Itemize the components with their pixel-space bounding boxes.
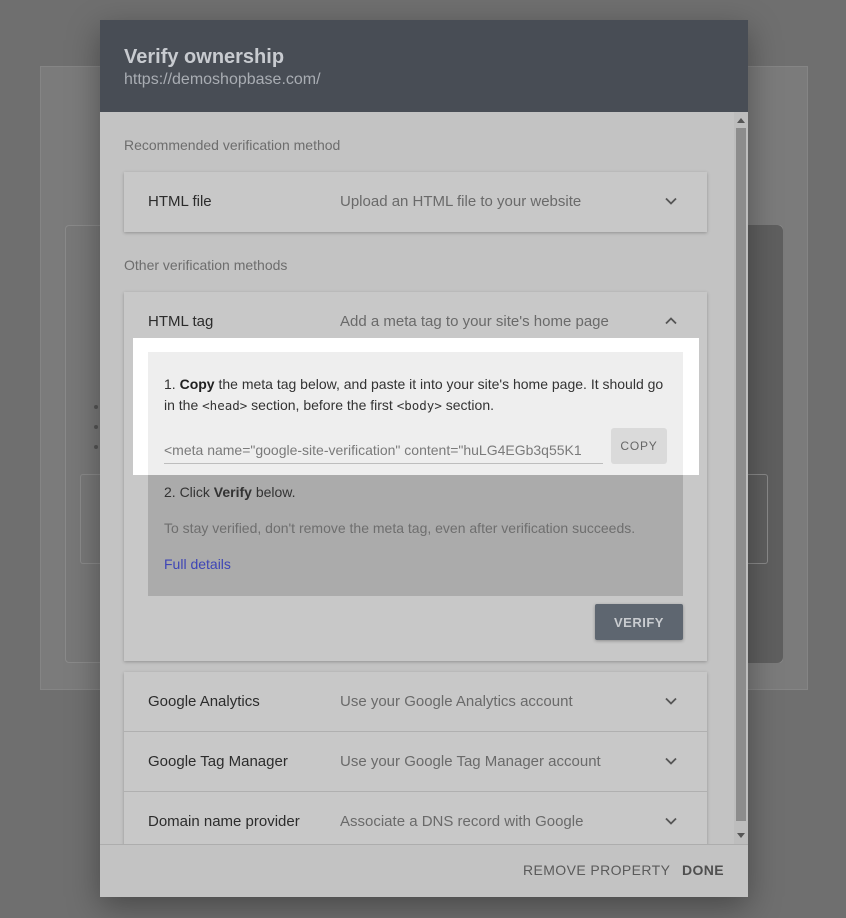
method-title: HTML file [148,193,212,210]
full-details-link[interactable]: Full details [164,556,231,572]
method-title: Google Analytics [148,693,260,710]
meta-tag-field[interactable]: <meta name="google-site-verification" co… [164,442,603,464]
method-html-file-header[interactable]: HTML file Upload an HTML file to your we… [124,172,707,232]
dialog-title: Verify ownership [124,46,285,68]
scroll-down-icon[interactable] [737,833,745,838]
dialog-footer: REMOVE PROPERTY DONE [100,844,748,897]
chevron-down-icon[interactable] [664,694,678,708]
step-1-box: 1. Copy the meta tag below, and paste it… [148,352,683,475]
background-bullet [94,445,98,449]
dialog-header: Verify ownership https://demoshopbase.co… [100,20,748,112]
method-title: Google Tag Manager [148,753,288,770]
property-url: https://demoshopbase.com/ [124,71,321,88]
method-domain-name-provider[interactable]: Domain name provider Associate a DNS rec… [124,792,707,844]
method-html-file[interactable]: HTML file Upload an HTML file to your we… [124,172,707,232]
step-1-highlight: 1. Copy the meta tag below, and paste it… [133,338,699,475]
dialog-scrollbar[interactable] [734,112,748,844]
copy-button[interactable]: COPY [611,428,667,464]
recommended-method-label: Recommended verification method [124,137,341,153]
step-1-text: 1. Copy the meta tag below, and paste it… [164,376,664,413]
method-description: Upload an HTML file to your website [340,193,582,210]
verify-button[interactable]: VERIFY [595,604,683,640]
chevron-down-icon[interactable] [664,754,678,768]
chevron-down-icon[interactable] [664,194,678,208]
method-description: Use your Google Tag Manager account [340,753,601,770]
other-methods-list: Google Analytics Use your Google Analyti… [124,672,707,844]
method-description: Use your Google Analytics account [340,693,573,710]
method-google-tag-manager[interactable]: Google Tag Manager Use your Google Tag M… [124,732,707,792]
done-button[interactable]: DONE [682,862,724,878]
background-bullet [94,405,98,409]
scroll-up-icon[interactable] [737,118,745,123]
method-description: Add a meta tag to your site's home page [340,313,609,330]
remove-property-button[interactable]: REMOVE PROPERTY [523,862,670,878]
step-2-text: 2. Click Verify below. [164,484,296,500]
dialog-body: Recommended verification method HTML fil… [100,112,734,844]
scrollbar-thumb[interactable] [736,128,746,821]
method-description: Associate a DNS record with Google [340,813,584,830]
chevron-up-icon[interactable] [664,314,678,328]
chevron-down-icon[interactable] [664,814,678,828]
method-title: HTML tag [148,313,214,330]
method-title: Domain name provider [148,813,300,830]
verification-note: To stay verified, don't remove the meta … [164,520,636,536]
background-bullet [94,425,98,429]
other-methods-label: Other verification methods [124,257,288,273]
method-google-analytics[interactable]: Google Analytics Use your Google Analyti… [124,672,707,732]
